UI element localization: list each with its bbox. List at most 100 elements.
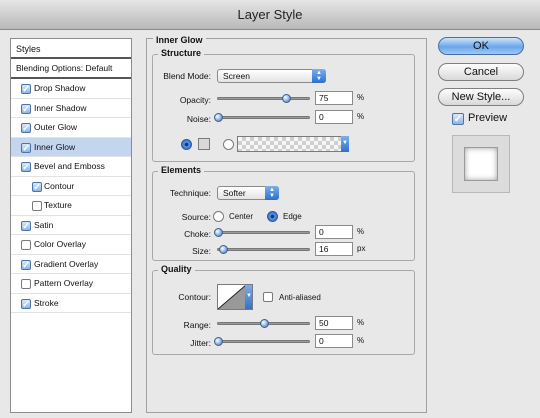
style-checkbox[interactable]: ✓ [21, 123, 31, 133]
style-item-stroke[interactable]: ✓ Stroke [11, 294, 131, 313]
opacity-slider[interactable] [217, 94, 310, 103]
glow-color-swatch[interactable] [198, 138, 210, 150]
gradient-fill-radio[interactable] [223, 139, 234, 150]
quality-group: Quality Contour: ▼ Anti-aliased Range: 5… [152, 264, 415, 355]
size-input[interactable]: 16 [315, 242, 353, 256]
blend-mode-select[interactable]: Screen ▲ ▼ [217, 69, 326, 83]
window-title: Layer Style [0, 0, 540, 30]
style-item-label: Satin [34, 219, 54, 230]
choke-slider[interactable] [214, 228, 310, 237]
style-item-bevel-and-emboss[interactable]: ✓ Bevel and Emboss [11, 157, 131, 177]
noise-input[interactable]: 0 [315, 110, 353, 124]
style-item-pattern-overlay[interactable]: Pattern Overlay [11, 274, 131, 294]
noise-label: Noise: [186, 114, 211, 124]
size-slider-thumb[interactable] [219, 245, 229, 254]
size-slider[interactable] [217, 245, 310, 254]
style-item-label: Pattern Overlay [34, 278, 94, 288]
noise-slider-thumb[interactable] [214, 113, 223, 122]
anti-aliased-checkbox[interactable] [263, 292, 273, 302]
elements-group: Elements Technique: Softer ▲ ▼ Source: Ce… [152, 165, 415, 261]
preview-swatch [464, 147, 498, 181]
source-edge-label: Edge [283, 212, 302, 221]
style-checkbox[interactable]: ✓ [21, 162, 31, 172]
style-item-inner-shadow[interactable]: ✓ Inner Shadow [11, 99, 131, 118]
technique-value: Softer [223, 188, 246, 198]
style-checkbox[interactable]: ✓ [21, 103, 31, 114]
style-item-label: Color Overlay [34, 239, 86, 249]
inner-glow-panel: Inner Glow Structure Blend Mode: Screen … [146, 35, 427, 413]
size-unit: px [357, 244, 366, 253]
structure-title: Structure [158, 48, 205, 58]
styles-header[interactable]: Styles [11, 39, 131, 59]
source-center-label: Center [229, 212, 254, 221]
anti-aliased-label: Anti-aliased [279, 293, 321, 302]
quality-title: Quality [158, 264, 195, 274]
preview-thumbnail [452, 135, 510, 193]
style-item-contour[interactable]: ✓ Contour [11, 177, 131, 196]
contour-curve-icon [218, 285, 247, 309]
jitter-input[interactable]: 0 [315, 334, 353, 348]
dialog-content: Styles Blending Options: Default ✓ Drop S… [0, 30, 540, 418]
choke-slider-thumb[interactable] [214, 228, 223, 237]
gradient-picker[interactable]: ▼ [237, 136, 349, 152]
technique-label: Technique: [169, 188, 211, 198]
style-item-label: Contour [44, 180, 75, 191]
cancel-button[interactable]: Cancel [438, 63, 524, 81]
blending-options-item[interactable]: Blending Options: Default [11, 59, 131, 79]
range-input[interactable]: 50 [315, 316, 353, 330]
style-checkbox[interactable]: ✓ [32, 181, 42, 192]
blend-mode-value: Screen [223, 71, 250, 81]
style-item-label: Inner Glow [34, 141, 76, 152]
size-label: Size: [192, 246, 211, 256]
style-checkbox[interactable]: ✓ [21, 84, 31, 94]
style-checkbox[interactable]: ✓ [21, 259, 31, 270]
choke-unit: % [357, 227, 365, 236]
style-checkbox[interactable]: ✓ [21, 142, 31, 153]
style-item-color-overlay[interactable]: Color Overlay [11, 235, 131, 255]
style-item-label: Texture [44, 200, 72, 210]
style-item-texture[interactable]: Texture [11, 196, 131, 216]
new-style-button[interactable]: New Style... [438, 88, 524, 106]
style-item-outer-glow[interactable]: ✓ Outer Glow [11, 118, 131, 138]
jitter-slider-thumb[interactable] [214, 337, 223, 346]
choke-label: Choke: [184, 229, 211, 239]
contour-label: Contour: [178, 292, 211, 302]
range-unit: % [357, 318, 365, 327]
style-item-label: Stroke [34, 297, 59, 308]
contour-picker[interactable]: ▼ [217, 284, 253, 310]
opacity-unit: % [357, 93, 365, 102]
range-slider[interactable] [217, 319, 310, 328]
chevron-updown-icon: ▲ ▼ [312, 69, 326, 83]
panel-title: Inner Glow [153, 35, 206, 45]
color-fill-radio[interactable] [181, 139, 192, 150]
blend-mode-label: Blend Mode: [163, 71, 211, 81]
styles-list: Styles Blending Options: Default ✓ Drop S… [10, 38, 132, 413]
opacity-input[interactable]: 75 [315, 91, 353, 105]
technique-select[interactable]: Softer ▲ ▼ [217, 186, 279, 200]
source-center-radio[interactable] [213, 211, 224, 222]
style-item-label: Gradient Overlay [34, 258, 99, 269]
style-checkbox[interactable]: ✓ [21, 220, 31, 231]
chevron-updown-icon: ▲ ▼ [265, 186, 279, 200]
chevron-down-icon: ▼ [245, 285, 252, 309]
preview-label: Preview [468, 112, 508, 124]
style-item-gradient-overlay[interactable]: ✓ Gradient Overlay [11, 255, 131, 274]
style-checkbox[interactable]: ✓ [21, 298, 31, 309]
style-checkbox[interactable] [21, 240, 31, 250]
choke-input[interactable]: 0 [315, 225, 353, 239]
chevron-down-icon: ▼ [341, 136, 349, 152]
preview-checkbox[interactable]: ✓ [452, 113, 464, 125]
range-slider-thumb[interactable] [259, 319, 269, 328]
style-item-drop-shadow[interactable]: ✓ Drop Shadow [11, 79, 131, 99]
noise-slider[interactable] [214, 113, 310, 122]
ok-button[interactable]: OK [438, 37, 524, 55]
jitter-slider[interactable] [214, 337, 310, 346]
noise-unit: % [357, 112, 365, 121]
style-item-label: Outer Glow [34, 122, 77, 132]
opacity-slider-thumb[interactable] [282, 94, 292, 103]
style-checkbox[interactable] [32, 201, 42, 211]
style-item-satin[interactable]: ✓ Satin [11, 216, 131, 235]
source-edge-radio[interactable] [267, 211, 278, 222]
style-checkbox[interactable] [21, 279, 31, 289]
style-item-inner-glow[interactable]: ✓ Inner Glow [11, 137, 131, 157]
